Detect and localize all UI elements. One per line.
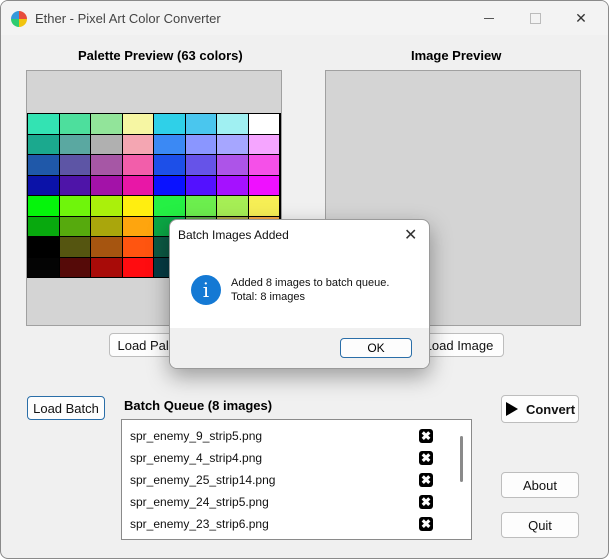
- palette-swatch: [91, 175, 122, 195]
- dialog-message-line2: Total: 8 images: [231, 291, 305, 303]
- window-title: Ether - Pixel Art Color Converter: [35, 11, 221, 26]
- dialog-footer: OK: [170, 328, 429, 368]
- palette-swatch: [248, 155, 279, 175]
- quit-button[interactable]: Quit: [501, 512, 579, 538]
- app-palette-icon: [11, 11, 27, 27]
- title-bar: Ether - Pixel Art Color Converter ✕: [1, 1, 608, 35]
- queue-item-name: spr_enemy_4_strip4.png: [130, 451, 263, 465]
- dialog-title: Batch Images Added: [178, 228, 289, 242]
- palette-swatch: [91, 155, 122, 175]
- dialog-message-line1: Added 8 images to batch queue.: [231, 277, 390, 289]
- palette-swatch: [122, 237, 153, 257]
- dialog-close-icon[interactable]: ✕: [404, 225, 417, 245]
- palette-swatch: [122, 134, 153, 154]
- queue-scrollbar[interactable]: [460, 436, 463, 482]
- palette-swatch: [122, 155, 153, 175]
- palette-swatch: [59, 257, 90, 277]
- palette-swatch: [122, 257, 153, 277]
- dialog-message: Added 8 images to batch queue. Total: 8 …: [231, 276, 389, 304]
- palette-swatch: [248, 134, 279, 154]
- palette-swatch: [122, 196, 153, 216]
- delete-icon[interactable]: ✖: [419, 517, 433, 531]
- maximize-button[interactable]: [512, 1, 558, 35]
- palette-swatch: [28, 155, 59, 175]
- delete-icon[interactable]: ✖: [419, 473, 433, 487]
- palette-swatch: [28, 175, 59, 195]
- queue-item-name: spr_enemy_9_strip5.png: [130, 429, 263, 443]
- minimize-button[interactable]: [466, 1, 512, 35]
- palette-swatch: [154, 196, 185, 216]
- palette-swatch: [122, 216, 153, 236]
- palette-swatch: [154, 175, 185, 195]
- main-window: Ether - Pixel Art Color Converter ✕ Pale…: [0, 0, 609, 559]
- palette-swatch: [248, 175, 279, 195]
- palette-swatch: [217, 196, 248, 216]
- queue-item-name: spr_enemy_24_strip5.png: [130, 495, 269, 509]
- palette-swatch: [217, 134, 248, 154]
- palette-swatch: [122, 175, 153, 195]
- palette-swatch: [59, 216, 90, 236]
- load-batch-button[interactable]: Load Batch: [27, 396, 105, 420]
- palette-swatch: [28, 216, 59, 236]
- convert-button[interactable]: Convert: [501, 395, 579, 423]
- palette-swatch: [185, 114, 216, 134]
- palette-swatch: [185, 175, 216, 195]
- palette-swatch: [91, 237, 122, 257]
- palette-swatch: [185, 134, 216, 154]
- convert-label: Convert: [525, 401, 576, 417]
- palette-swatch: [28, 237, 59, 257]
- about-button[interactable]: About: [501, 472, 579, 498]
- palette-swatch: [217, 175, 248, 195]
- palette-swatch: [59, 175, 90, 195]
- palette-swatch: [28, 134, 59, 154]
- info-icon: i: [191, 275, 221, 305]
- close-icon: ✕: [575, 9, 587, 26]
- palette-swatch: [154, 114, 185, 134]
- batch-added-dialog: Batch Images Added ✕ i Added 8 images to…: [169, 219, 430, 369]
- palette-swatch: [91, 196, 122, 216]
- maximize-icon: [529, 12, 541, 24]
- palette-swatch: [59, 114, 90, 134]
- ok-button[interactable]: OK: [340, 338, 412, 358]
- palette-swatch: [91, 257, 122, 277]
- batch-queue-list[interactable]: spr_enemy_9_strip5.png ✖ spr_enemy_4_str…: [121, 419, 472, 540]
- delete-icon[interactable]: ✖: [419, 451, 433, 465]
- palette-swatch: [59, 237, 90, 257]
- image-preview-heading: Image Preview: [411, 48, 502, 63]
- palette-swatch: [28, 114, 59, 134]
- palette-swatch: [217, 155, 248, 175]
- palette-swatch: [59, 196, 90, 216]
- minimize-icon: [484, 17, 494, 19]
- batch-queue-heading: Batch Queue (8 images): [124, 398, 273, 413]
- palette-swatch: [91, 114, 122, 134]
- palette-swatch: [248, 196, 279, 216]
- palette-swatch: [154, 134, 185, 154]
- palette-swatch: [185, 196, 216, 216]
- palette-swatch: [248, 114, 279, 134]
- palette-swatch: [59, 134, 90, 154]
- palette-swatch: [28, 196, 59, 216]
- palette-preview-heading: Palette Preview (63 colors): [78, 48, 243, 63]
- palette-swatch: [28, 257, 59, 277]
- close-button[interactable]: ✕: [558, 1, 604, 35]
- palette-swatch: [91, 216, 122, 236]
- palette-swatch: [185, 155, 216, 175]
- palette-swatch: [91, 134, 122, 154]
- queue-item-name: spr_enemy_23_strip6.png: [130, 517, 269, 531]
- palette-swatch: [154, 155, 185, 175]
- palette-swatch: [217, 114, 248, 134]
- palette-swatch: [59, 155, 90, 175]
- palette-swatch: [122, 114, 153, 134]
- delete-icon[interactable]: ✖: [419, 429, 433, 443]
- play-icon: [505, 402, 518, 416]
- delete-icon[interactable]: ✖: [419, 495, 433, 509]
- queue-item-name: spr_enemy_25_strip14.png: [130, 473, 276, 487]
